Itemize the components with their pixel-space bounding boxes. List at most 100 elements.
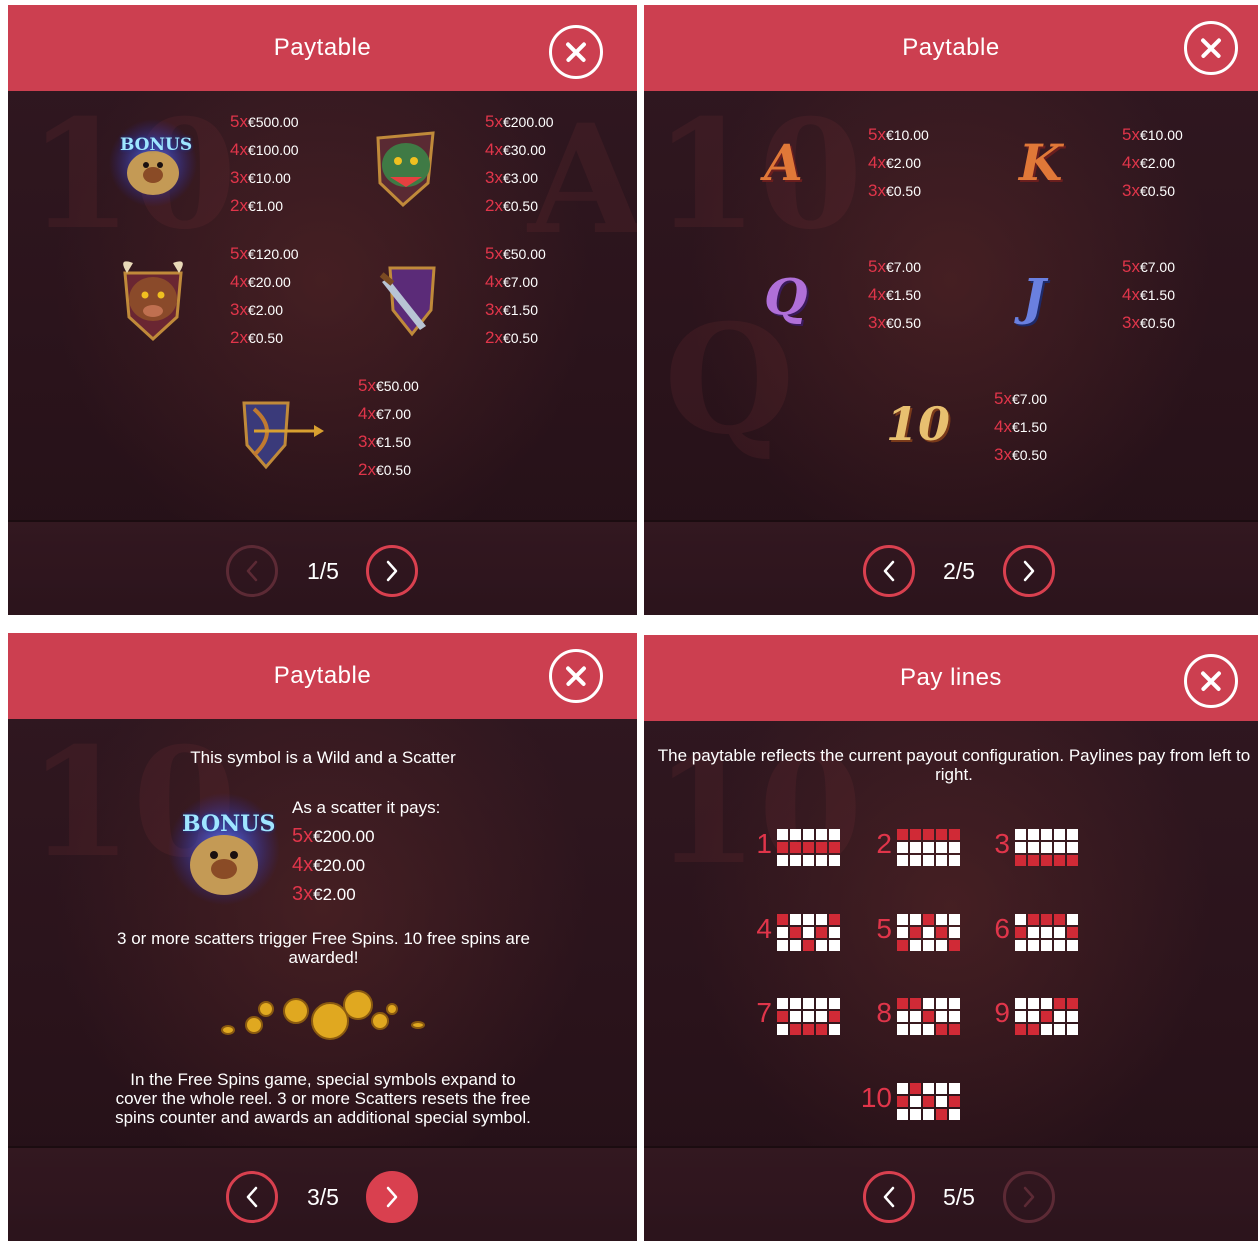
payline-cell xyxy=(923,940,934,951)
payline-cell xyxy=(949,1109,960,1120)
payout-row: 5x€50.00 xyxy=(485,244,546,263)
payline-cell xyxy=(897,1083,908,1094)
payline-cell xyxy=(816,1024,827,1035)
paytable-panel-3: 10 Paytable This symbol is a Wild and a … xyxy=(8,633,637,1241)
payline-cell xyxy=(790,842,801,853)
payout-row: 4x€7.00 xyxy=(485,272,539,291)
king-symbol: K xyxy=(1019,133,1063,192)
payline-cell xyxy=(816,927,827,938)
payout-row: 3x€0.50 xyxy=(994,445,1048,464)
dragon-payouts: 5x€200.00 4x€30.00 3x€3.00 2x€0.50 xyxy=(485,108,554,220)
payline-cell xyxy=(829,1024,840,1035)
prev-page-button[interactable] xyxy=(226,545,278,597)
payline-cell xyxy=(1054,855,1065,866)
payline-cell xyxy=(803,855,814,866)
free-spins-game-text: In the Free Spins game, special symbols … xyxy=(115,1070,531,1127)
payout-row: 5x€7.00 xyxy=(994,389,1048,408)
payline-number: 5 xyxy=(876,913,892,944)
pagination: 5/5 xyxy=(644,1171,1258,1227)
payline-cell xyxy=(910,1024,921,1035)
payline-number: 8 xyxy=(876,997,892,1028)
payline-cell xyxy=(923,1083,934,1094)
close-button[interactable] xyxy=(549,25,603,79)
payline-number: 1 xyxy=(756,828,772,859)
dragon-shield-symbol xyxy=(368,123,443,208)
payline-cell xyxy=(936,998,947,1009)
chevron-left-icon xyxy=(883,560,895,582)
payline-cell xyxy=(923,1011,934,1022)
payline-cell xyxy=(936,914,947,925)
queen-payouts: 5x€7.00 4x€1.50 3x€0.50 xyxy=(868,253,921,337)
payline-cell xyxy=(816,855,827,866)
payline-cell xyxy=(897,927,908,938)
king-payouts: 5x€10.00 4x€2.00 3x€0.50 xyxy=(1122,121,1183,205)
payline-cell xyxy=(829,842,840,853)
pagination: 3/5 xyxy=(8,1171,637,1227)
payline-cell xyxy=(790,927,801,938)
payline-cell xyxy=(816,998,827,1009)
payline-cell xyxy=(1028,940,1039,951)
next-page-button[interactable] xyxy=(366,1171,418,1223)
free-spins-trigger-text: 3 or more scatters trigger Free Spins. 1… xyxy=(117,929,530,967)
payline-cell xyxy=(1028,927,1039,938)
payline-cell xyxy=(949,927,960,938)
payline-cell xyxy=(1041,1011,1052,1022)
payline-cell xyxy=(1054,842,1065,853)
payline-cell xyxy=(923,1096,934,1107)
payout-row: 4x€100.00 xyxy=(230,140,299,159)
prev-page-button[interactable] xyxy=(863,1171,915,1223)
payline-cell xyxy=(1028,1024,1039,1035)
page-indicator: 5/5 xyxy=(943,1184,975,1210)
payline-number: 4 xyxy=(756,913,772,944)
paytable-panel-1: 10 A Paytable BONUS 5x€500.00 4x€100.00 … xyxy=(8,5,637,615)
payline-cell xyxy=(936,927,947,938)
next-page-button[interactable] xyxy=(1003,545,1055,597)
paylines-panel: 10 Pay lines The paytable reflects the c… xyxy=(644,635,1258,1241)
payline-pattern xyxy=(897,914,960,951)
payline-pattern xyxy=(897,998,960,1035)
payline-pattern xyxy=(777,914,840,951)
payout-row: 3x€0.50 xyxy=(868,313,922,332)
payline-cell xyxy=(1054,998,1065,1009)
payline-cell xyxy=(949,842,960,853)
payline-cell xyxy=(923,1109,934,1120)
payout-row: 5x€500.00 xyxy=(230,112,299,131)
payline-cell xyxy=(1028,914,1039,925)
payline-cell xyxy=(777,855,788,866)
payline-cell xyxy=(910,1011,921,1022)
close-button[interactable] xyxy=(1184,21,1238,75)
payline-number: 6 xyxy=(994,913,1010,944)
payline-cell xyxy=(949,914,960,925)
panel-title: Paytable xyxy=(273,34,372,61)
close-button[interactable] xyxy=(549,649,603,703)
next-page-button[interactable] xyxy=(366,545,418,597)
pagination: 2/5 xyxy=(644,545,1258,601)
payline-cell xyxy=(910,1096,921,1107)
payline-cell xyxy=(936,1024,947,1035)
chevron-right-icon xyxy=(386,560,398,582)
payout-row: 2x€0.50 xyxy=(230,328,284,347)
prev-page-button[interactable] xyxy=(226,1171,278,1223)
bonus-label: BONUS xyxy=(120,135,193,155)
prev-page-button[interactable] xyxy=(863,545,915,597)
payline-cell xyxy=(1041,1024,1052,1035)
payout-row: 4x€1.50 xyxy=(994,417,1048,436)
payline-cell xyxy=(936,842,947,853)
payline-cell xyxy=(897,1109,908,1120)
bonus-payouts: 5x€500.00 4x€100.00 3x€10.00 2x€1.00 xyxy=(230,108,299,220)
payline-cell xyxy=(936,855,947,866)
close-button[interactable] xyxy=(1184,654,1238,708)
payout-row: 5x€50.00 xyxy=(358,376,419,395)
payout-row: 4x€20.00 xyxy=(292,854,366,876)
payline-cell xyxy=(923,914,934,925)
header: Paytable xyxy=(644,5,1258,91)
chevron-right-icon xyxy=(1023,560,1035,582)
payline-cell xyxy=(829,1011,840,1022)
payline-cell xyxy=(790,1024,801,1035)
payline-cell xyxy=(1067,855,1078,866)
payline-cell xyxy=(923,842,934,853)
payline-cell xyxy=(936,1109,947,1120)
next-page-button[interactable] xyxy=(1003,1171,1055,1223)
payline-number: 9 xyxy=(994,997,1010,1028)
payout-row: 5x€7.00 xyxy=(868,257,922,276)
